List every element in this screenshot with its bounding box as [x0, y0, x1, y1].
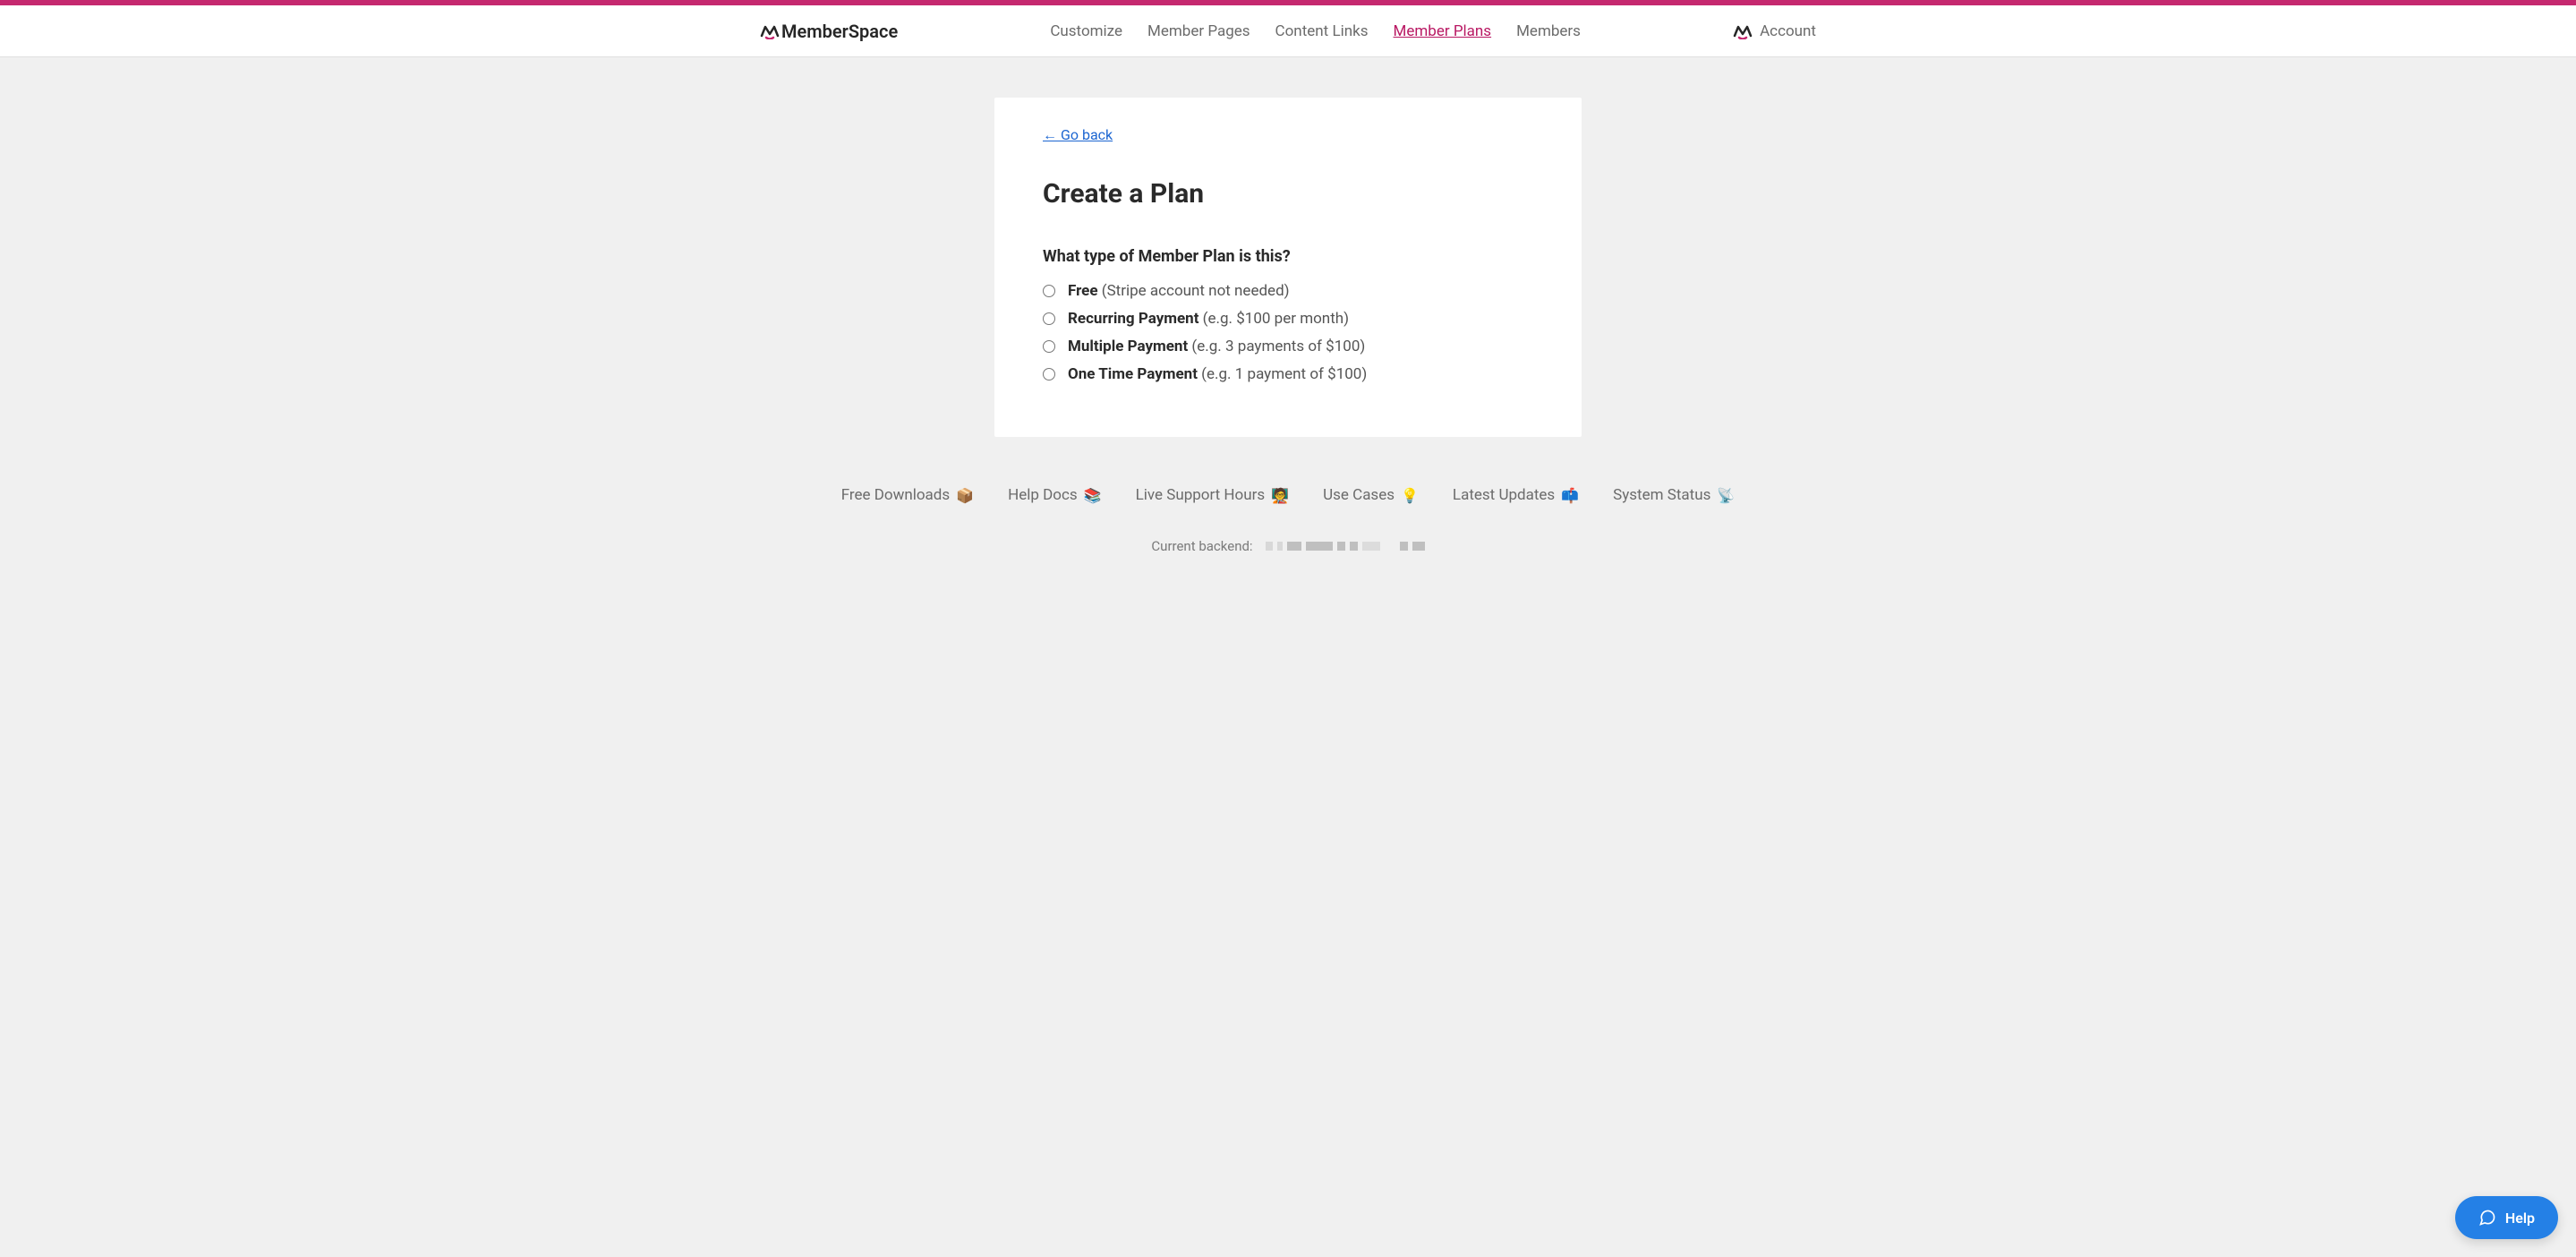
- account-icon: [1733, 23, 1753, 39]
- option-label: Multiple Payment (e.g. 3 payments of $10…: [1068, 338, 1365, 355]
- header: MemberSpace Customize Member Pages Conte…: [0, 5, 2576, 57]
- nav-content-links[interactable]: Content Links: [1275, 22, 1369, 40]
- logo[interactable]: MemberSpace: [760, 21, 898, 42]
- option-label: Recurring Payment (e.g. $100 per month): [1068, 310, 1349, 328]
- radio-free[interactable]: [1043, 285, 1055, 297]
- logo-text: MemberSpace: [781, 21, 898, 42]
- option-free[interactable]: Free (Stripe account not needed): [1043, 282, 1533, 300]
- option-onetime[interactable]: One Time Payment (e.g. 1 payment of $100…: [1043, 365, 1533, 383]
- footer-use-cases[interactable]: Use Cases 💡: [1323, 486, 1419, 504]
- option-multiple[interactable]: Multiple Payment (e.g. 3 payments of $10…: [1043, 338, 1533, 355]
- satellite-icon: 📡: [1717, 487, 1735, 504]
- option-label: One Time Payment (e.g. 1 payment of $100…: [1068, 365, 1367, 383]
- bulb-icon: 💡: [1401, 487, 1419, 504]
- account-link[interactable]: Account: [1733, 22, 1816, 40]
- footer-support-hours[interactable]: Live Support Hours 🧑‍🏫: [1136, 486, 1290, 504]
- option-label: Free (Stripe account not needed): [1068, 282, 1290, 300]
- radio-onetime[interactable]: [1043, 368, 1055, 381]
- backend-value-redacted: [1266, 542, 1425, 551]
- teacher-icon: 🧑‍🏫: [1271, 487, 1289, 504]
- nav-member-plans[interactable]: Member Plans: [1394, 22, 1492, 40]
- chat-icon: [2478, 1209, 2496, 1227]
- radio-multiple[interactable]: [1043, 340, 1055, 353]
- plan-type-question: What type of Member Plan is this?: [1043, 247, 1533, 266]
- option-recurring[interactable]: Recurring Payment (e.g. $100 per month): [1043, 310, 1533, 328]
- mailbox-icon: 📫: [1561, 487, 1579, 504]
- footer-system-status[interactable]: System Status 📡: [1613, 486, 1735, 504]
- package-icon: 📦: [956, 487, 974, 504]
- footer-links: Free Downloads 📦 Help Docs 📚 Live Suppor…: [827, 486, 1749, 504]
- plan-type-options: Free (Stripe account not needed) Recurri…: [1043, 282, 1533, 383]
- page-title: Create a Plan: [1043, 178, 1533, 210]
- backend-info: Current backend:: [827, 538, 1749, 554]
- nav-member-pages[interactable]: Member Pages: [1147, 22, 1250, 40]
- help-widget[interactable]: Help: [2455, 1196, 2558, 1239]
- footer-downloads[interactable]: Free Downloads 📦: [841, 486, 974, 504]
- logo-mark: [760, 23, 780, 39]
- nav-members[interactable]: Members: [1516, 22, 1581, 40]
- footer: Free Downloads 📦 Help Docs 📚 Live Suppor…: [827, 486, 1749, 554]
- radio-recurring[interactable]: [1043, 312, 1055, 325]
- account-label: Account: [1760, 22, 1816, 40]
- go-back-link[interactable]: ← Go back: [1043, 126, 1113, 144]
- backend-label: Current backend:: [1151, 538, 1252, 554]
- main-card: ← Go back Create a Plan What type of Mem…: [994, 98, 1582, 437]
- help-label: Help: [2505, 1210, 2535, 1227]
- footer-help-docs[interactable]: Help Docs 📚: [1008, 486, 1101, 504]
- main-nav: Customize Member Pages Content Links Mem…: [1050, 22, 1581, 40]
- footer-latest-updates[interactable]: Latest Updates 📫: [1453, 486, 1579, 504]
- nav-customize[interactable]: Customize: [1050, 22, 1122, 40]
- books-icon: 📚: [1084, 487, 1102, 504]
